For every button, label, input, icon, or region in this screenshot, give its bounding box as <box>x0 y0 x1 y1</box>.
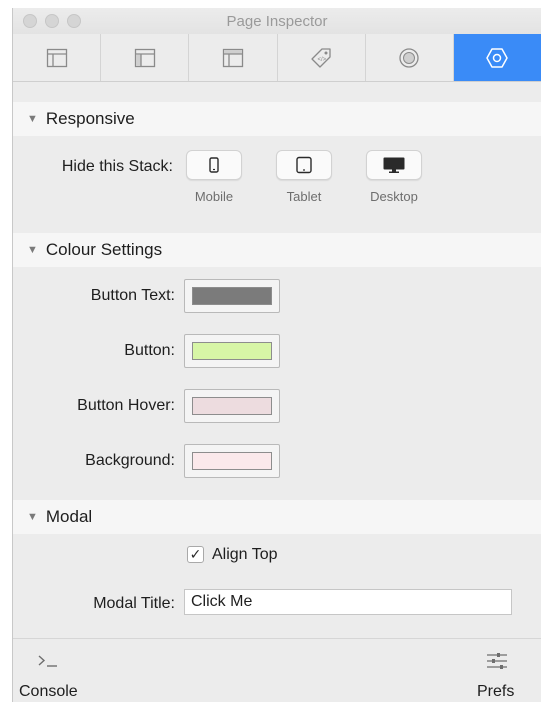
hide-mobile-button[interactable] <box>186 150 242 180</box>
hide-tablet-button[interactable] <box>276 150 332 180</box>
inspector-tabs: </> <box>13 34 541 82</box>
page-layout-icon <box>46 48 67 67</box>
disclosure-triangle-icon: ▼ <box>27 113 38 125</box>
button-text-color-well[interactable] <box>184 279 280 313</box>
tab-circle[interactable] <box>365 34 454 81</box>
console-label[interactable]: Console <box>19 683 78 701</box>
desktop-icon <box>383 157 405 173</box>
window-title: Page Inspector <box>226 13 328 30</box>
header-layout-icon <box>222 48 244 67</box>
button-color-label: Button: <box>124 342 175 359</box>
background-color-well[interactable] <box>184 444 280 478</box>
tab-tags[interactable]: </> <box>277 34 366 81</box>
svg-text:</>: </> <box>318 57 327 63</box>
mobile-label: Mobile <box>194 189 234 204</box>
tablet-label: Tablet <box>286 189 322 204</box>
colour-settings-section-header[interactable]: ▼ Colour Settings <box>13 233 541 267</box>
responsive-header-label: Responsive <box>45 109 135 128</box>
page-inspector-window: Page Inspector </> ▼ Responsive Hide thi… <box>12 8 541 702</box>
title-bar: Page Inspector <box>13 8 541 34</box>
button-hover-color-well[interactable] <box>184 389 280 423</box>
align-top-checkbox[interactable]: ✓ <box>187 546 204 563</box>
modal-section-header[interactable]: ▼ Modal <box>13 500 541 534</box>
modal-title-input[interactable]: Click Me <box>184 589 512 615</box>
colour-settings-header-label: Colour Settings <box>45 240 163 259</box>
modal-header-label: Modal <box>45 507 93 526</box>
prefs-label[interactable]: Prefs <box>477 683 514 701</box>
align-top-label[interactable]: Align Top <box>212 546 278 564</box>
button-color-well[interactable] <box>184 334 280 368</box>
circle-target-icon <box>399 47 419 68</box>
hide-stack-label: Hide this Stack: <box>61 158 173 175</box>
hexagon-settings-icon <box>486 47 509 68</box>
tab-stack-settings[interactable] <box>453 34 541 81</box>
tag-icon: </> <box>311 47 331 68</box>
sidebar-layout-icon <box>134 48 155 67</box>
console-button[interactable] <box>37 653 61 674</box>
modal-title-label: Modal Title: <box>93 595 175 612</box>
button-hover-color-label: Button Hover: <box>77 397 175 414</box>
bottom-toolbar: Console Prefs <box>13 638 541 702</box>
terminal-icon <box>38 655 57 667</box>
mobile-icon <box>209 157 219 173</box>
background-color-label: Background: <box>85 452 175 469</box>
responsive-section-header[interactable]: ▼ Responsive <box>13 102 541 136</box>
tab-page-layout[interactable] <box>13 34 102 81</box>
sliders-icon <box>487 653 507 669</box>
desktop-label: Desktop <box>370 189 418 204</box>
tab-sidebar-layout[interactable] <box>101 34 190 81</box>
checkmark-icon: ✓ <box>189 546 202 562</box>
button-text-color-swatch <box>192 287 272 305</box>
button-text-color-label: Button Text: <box>90 287 175 304</box>
disclosure-triangle-icon: ▼ <box>27 511 38 523</box>
button-hover-color-swatch <box>192 397 272 415</box>
hide-desktop-button[interactable] <box>366 150 422 180</box>
tablet-icon <box>296 156 312 174</box>
button-color-swatch <box>192 342 272 360</box>
background-color-swatch <box>192 452 272 470</box>
prefs-button[interactable] <box>485 651 509 676</box>
tab-header-layout[interactable] <box>189 34 278 81</box>
disclosure-triangle-icon: ▼ <box>27 244 38 256</box>
